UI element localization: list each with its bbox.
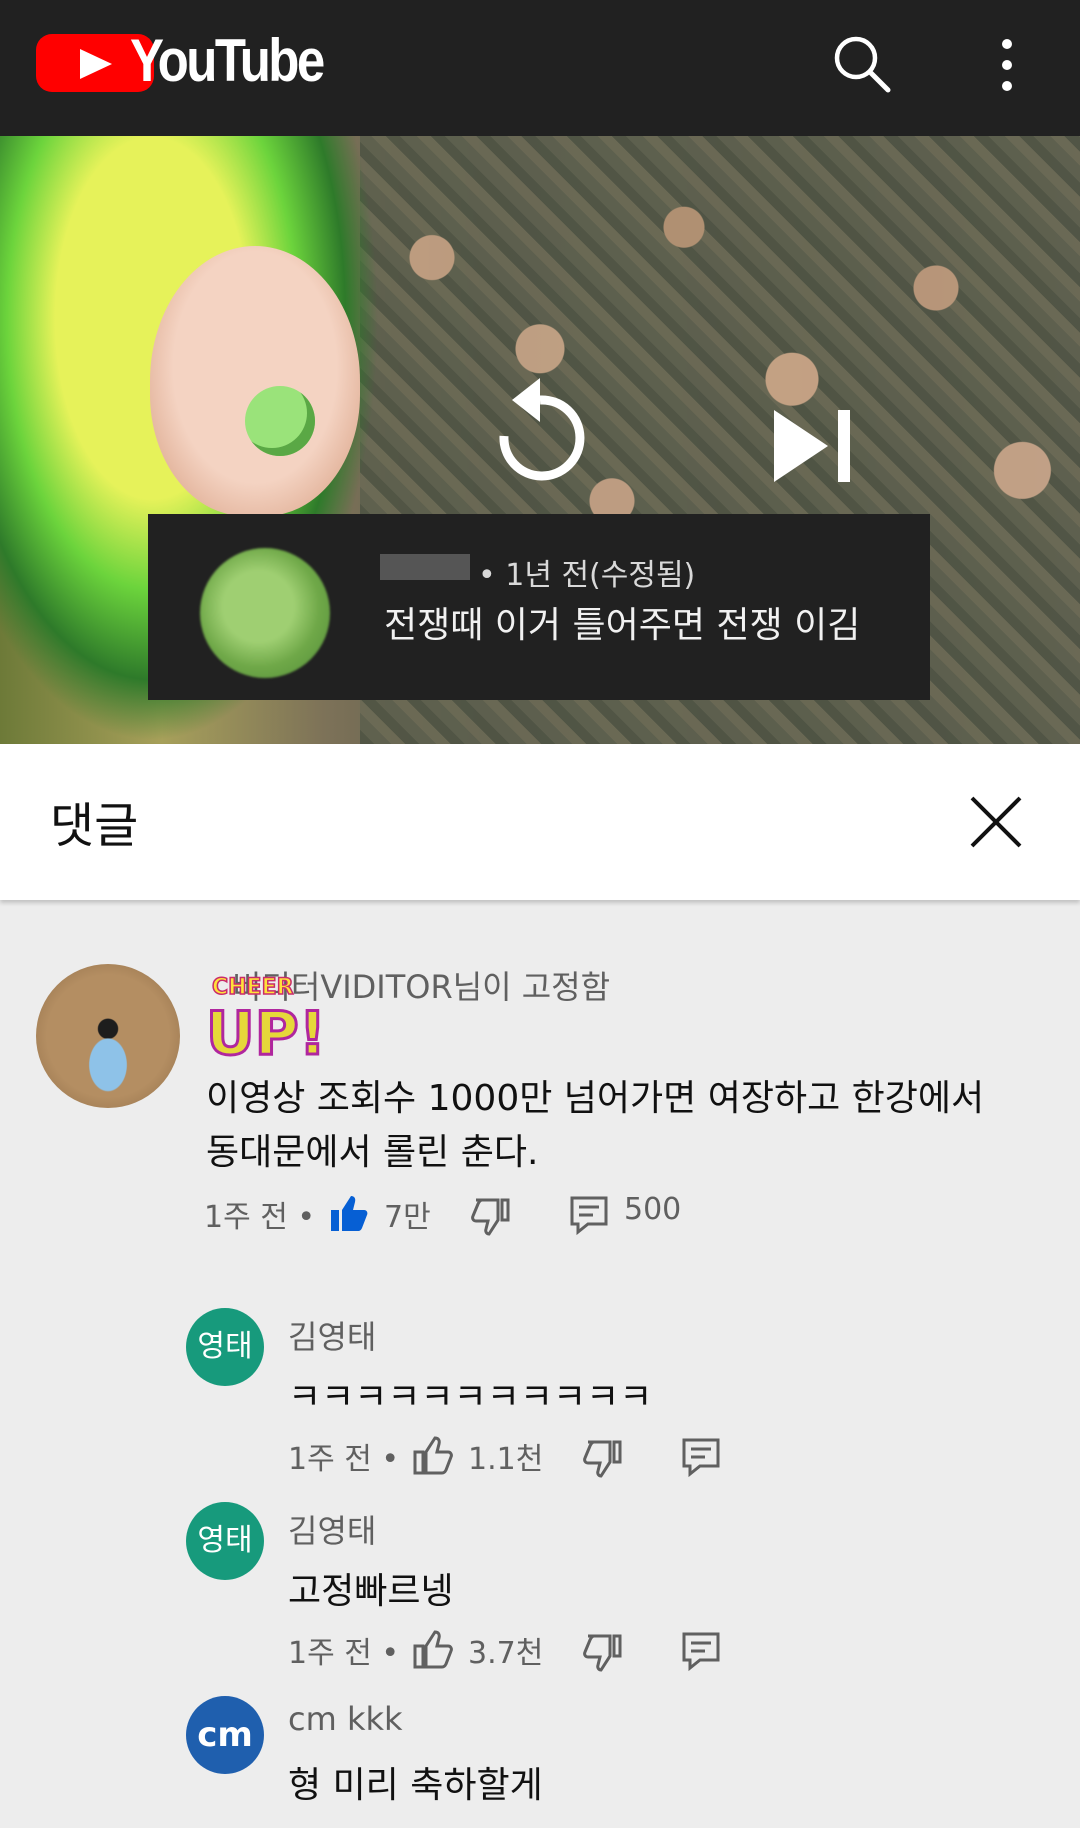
video-player[interactable]: • 1년 전(수정됨) 전쟁때 이거 틀어주면 전쟁 이김 bbox=[0, 136, 1080, 744]
reply-author[interactable]: 김영태 bbox=[288, 1312, 376, 1358]
like-count: 1.1천 bbox=[468, 1442, 544, 1477]
avatar[interactable] bbox=[36, 964, 180, 1108]
reply-icon[interactable] bbox=[568, 1194, 610, 1236]
like-count: 3.7천 bbox=[468, 1636, 544, 1671]
svg-text:UP!: UP! bbox=[206, 999, 326, 1064]
more-icon[interactable] bbox=[972, 30, 1042, 100]
singer-face bbox=[150, 246, 360, 516]
microphone-image bbox=[245, 386, 315, 456]
reply-text: 고정빠르넹 bbox=[288, 1571, 454, 1612]
thumb-down-icon[interactable] bbox=[470, 1196, 512, 1238]
close-icon[interactable] bbox=[964, 790, 1028, 854]
youtube-wordmark: YouTube bbox=[130, 27, 325, 94]
reply-time: 1주 전 • bbox=[288, 1636, 400, 1671]
comment-time: 1주 전 • bbox=[204, 1200, 316, 1235]
top-app-bar: YouTube bbox=[0, 0, 1080, 136]
reply-author[interactable]: cm kkk bbox=[288, 1700, 403, 1738]
card-comment-text: 전쟁때 이거 틀어주면 전쟁 이김 bbox=[384, 605, 861, 646]
blurred-username bbox=[380, 554, 470, 580]
thumb-down-icon[interactable] bbox=[582, 1632, 624, 1674]
reply-text: ㅋㅋㅋㅋㅋㅋㅋㅋㅋㅋㅋ bbox=[288, 1377, 653, 1418]
comment-text: 이영상 조회수 1000만 넘어가면 여장하고 한강에서 동대문에서 롤린 춘다… bbox=[206, 1078, 985, 1173]
svg-text:CHEER: CHEER bbox=[212, 975, 294, 1000]
avatar[interactable]: 영태 bbox=[186, 1502, 264, 1580]
reply-text: 형 미리 축하할게 bbox=[288, 1765, 543, 1806]
reply-icon[interactable] bbox=[680, 1436, 722, 1478]
reply-time: 1주 전 • bbox=[288, 1442, 400, 1477]
reply-count[interactable]: 500 bbox=[624, 1192, 681, 1227]
video-comment-card: • 1년 전(수정됨) 전쟁때 이거 틀어주면 전쟁 이김 bbox=[148, 514, 930, 700]
thumb-up-icon[interactable] bbox=[412, 1434, 454, 1476]
avatar[interactable]: 영태 bbox=[186, 1308, 264, 1386]
avatar[interactable]: cm bbox=[186, 1696, 264, 1774]
like-count: 7만 bbox=[384, 1200, 431, 1235]
reply-icon[interactable] bbox=[680, 1630, 722, 1672]
blurred-avatar bbox=[200, 548, 330, 678]
replay-icon[interactable] bbox=[490, 376, 590, 486]
comments-title: 댓글 bbox=[50, 798, 139, 854]
thumb-up-icon[interactable] bbox=[328, 1192, 370, 1234]
reply-author[interactable]: 김영태 bbox=[288, 1506, 376, 1552]
comments-header: 댓글 bbox=[0, 744, 1080, 900]
search-icon[interactable] bbox=[828, 30, 898, 100]
thumb-up-icon[interactable] bbox=[412, 1628, 454, 1670]
thumb-down-icon[interactable] bbox=[582, 1438, 624, 1480]
card-timestamp: • 1년 전(수정됨) bbox=[478, 558, 696, 593]
cheer-up-sticker-icon: CHEER UP! bbox=[206, 974, 326, 1064]
skip-next-icon[interactable] bbox=[770, 406, 860, 486]
